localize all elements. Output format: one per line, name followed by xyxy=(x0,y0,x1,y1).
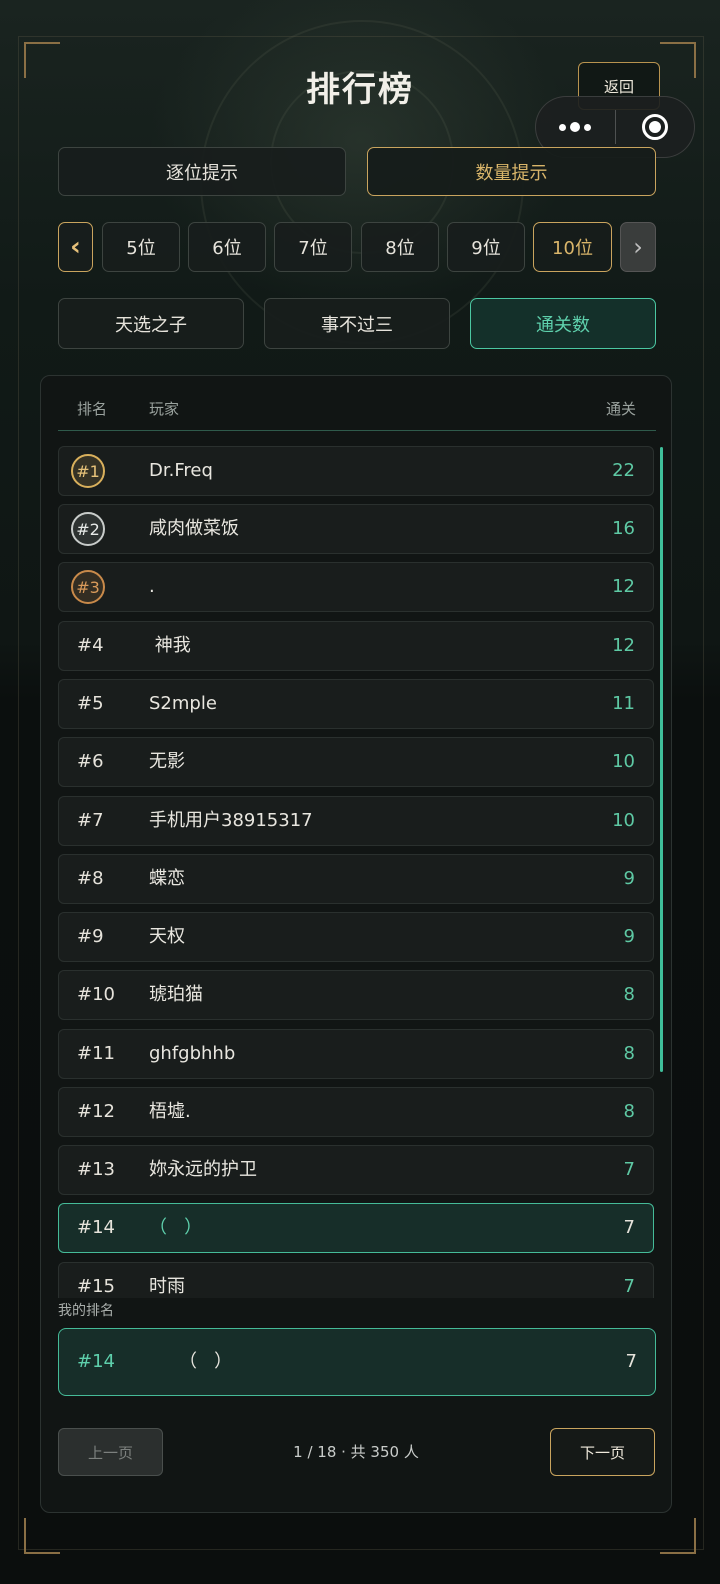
player-score: 7 xyxy=(623,1159,635,1180)
player-score: 8 xyxy=(623,1043,635,1064)
gold-rank-badge: #1 xyxy=(71,454,105,488)
digit-next-button[interactable]: › xyxy=(620,222,656,272)
page-info: 1 / 18 · 共 350 人 xyxy=(293,1443,419,1461)
rank-number: #4 xyxy=(77,635,104,656)
player-name: 󠀠 神我󠀠 󠀠 xyxy=(149,635,197,656)
header-player: 玩家 xyxy=(149,400,180,418)
table-row[interactable]: #3 . 12 xyxy=(58,562,654,612)
table-row[interactable]: #2 咸肉做菜饭 16 xyxy=(58,504,654,554)
table-row-current-user[interactable]: #14 󠀠（󠀠 󠀠 󠀠 ）󠀠 7 xyxy=(58,1203,654,1253)
table-row[interactable]: #12 梧墟. 8 xyxy=(58,1087,654,1137)
player-score: 8 xyxy=(623,984,635,1005)
my-rank-card: #14 󠀠（󠀠 󠀠 󠀠 ）󠀠 7 xyxy=(58,1328,656,1396)
digit-prev-button[interactable]: ‹ xyxy=(58,222,93,272)
rank-number: #11 xyxy=(77,1043,115,1064)
player-name: Dr.Freq xyxy=(149,460,213,481)
header-divider xyxy=(58,430,656,431)
prev-page-button[interactable]: 上一页 xyxy=(58,1428,163,1476)
player-name: 蝶恋 xyxy=(149,868,185,889)
player-score: 12 xyxy=(612,576,635,597)
header-rank: 排名 xyxy=(77,400,108,418)
my-score: 7 xyxy=(625,1351,637,1372)
digit-tab-6[interactable]: 6位 xyxy=(188,222,266,272)
bronze-rank-badge: #3 xyxy=(71,570,105,604)
rank-number: #10 xyxy=(77,984,115,1005)
player-score: 10 xyxy=(612,810,635,831)
list-scrollbar[interactable] xyxy=(660,447,663,1072)
player-name: 时雨 xyxy=(149,1276,185,1297)
next-page-button[interactable]: 下一页 xyxy=(550,1428,655,1476)
table-row[interactable]: #8 蝶恋 9 xyxy=(58,854,654,904)
player-name: 手机用户38915317 xyxy=(149,810,313,831)
table-row[interactable]: #5 S2mple 11 xyxy=(58,679,654,729)
frame-corner-bottom-left xyxy=(24,1518,60,1554)
rank-number: #8 xyxy=(77,868,104,889)
rank-number: #15 xyxy=(77,1276,115,1297)
player-score: 8 xyxy=(623,1101,635,1122)
digit-tab-10[interactable]: 10位 xyxy=(533,222,612,272)
player-score: 12 xyxy=(612,635,635,656)
my-player-name: 󠀠（󠀠 󠀠 󠀠 ）󠀠 xyxy=(179,1351,233,1372)
rank-number: #7 xyxy=(77,810,104,831)
my-rank-number: #14 xyxy=(77,1351,115,1372)
rank-number: #13 xyxy=(77,1159,115,1180)
player-name: 无影 xyxy=(149,751,185,772)
player-name: ghfgbhhb xyxy=(149,1043,236,1064)
table-row[interactable]: #1 Dr.Freq 22 xyxy=(58,446,654,496)
digit-tab-5[interactable]: 5位 xyxy=(102,222,180,272)
table-row[interactable]: #15 时雨 7 xyxy=(58,1262,654,1298)
player-name: 咸肉做菜饭 xyxy=(149,518,239,539)
player-name: . xyxy=(149,576,155,597)
rank-number: #14 xyxy=(77,1217,115,1238)
player-name: 󠀠（󠀠 󠀠 󠀠 ）󠀠 xyxy=(149,1217,203,1238)
digit-tab-9[interactable]: 9位 xyxy=(447,222,525,272)
player-score: 9 xyxy=(623,868,635,889)
frame-corner-bottom-right xyxy=(660,1518,696,1554)
chevron-right-icon: › xyxy=(633,233,643,261)
table-row[interactable]: #11 ghfgbhhb 8 xyxy=(58,1029,654,1079)
tab-chosen-one[interactable]: 天选之子 xyxy=(58,298,244,349)
header-score: 通关 xyxy=(605,400,636,418)
player-name: 天权 xyxy=(149,926,185,947)
tab-count-hint[interactable]: 数量提示 xyxy=(367,147,656,196)
rank-number: #9 xyxy=(77,926,104,947)
more-dots-icon xyxy=(559,122,592,132)
digit-tab-7[interactable]: 7位 xyxy=(274,222,352,272)
digit-tab-8[interactable]: 8位 xyxy=(361,222,439,272)
player-score: 16 xyxy=(612,518,635,539)
my-rank-label: 我的排名 xyxy=(58,1303,114,1319)
player-score: 22 xyxy=(612,460,635,481)
rank-number: #5 xyxy=(77,693,104,714)
player-name: 琥珀猫 xyxy=(149,984,203,1005)
player-name: 梧墟. xyxy=(149,1101,191,1122)
rank-number: #12 xyxy=(77,1101,115,1122)
table-row[interactable]: #13 妳永远的护卫 7 xyxy=(58,1145,654,1195)
record-target-icon xyxy=(641,114,668,140)
table-row[interactable]: #6 无影 10 xyxy=(58,737,654,787)
player-name: 妳永远的护卫 xyxy=(149,1159,257,1180)
chevron-left-icon: ‹ xyxy=(70,232,81,262)
player-score: 7 xyxy=(623,1276,635,1297)
tab-three-strikes[interactable]: 事不过三 xyxy=(264,298,450,349)
tab-position-hint[interactable]: 逐位提示 xyxy=(58,147,346,196)
player-score: 10 xyxy=(612,751,635,772)
table-row[interactable]: #7 手机用户38915317 10 xyxy=(58,796,654,846)
leaderboard-list[interactable]: #1 Dr.Freq 22 #2 咸肉做菜饭 16 #3 . 12 #4 󠀠 神… xyxy=(58,445,662,1298)
tab-clear-count[interactable]: 通关数 xyxy=(470,298,656,349)
player-score: 9 xyxy=(623,926,635,947)
player-name: S2mple xyxy=(149,693,217,714)
player-score: 11 xyxy=(612,693,635,714)
rank-number: #6 xyxy=(77,751,104,772)
silver-rank-badge: #2 xyxy=(71,512,105,546)
table-row[interactable]: #9 天权 9 xyxy=(58,912,654,962)
player-score: 7 xyxy=(623,1217,635,1238)
table-row[interactable]: #4 󠀠 神我󠀠 󠀠 12 xyxy=(58,621,654,671)
table-header: 排名 玩家 通关 xyxy=(58,398,656,432)
table-row[interactable]: #10 琥珀猫 8 xyxy=(58,970,654,1020)
